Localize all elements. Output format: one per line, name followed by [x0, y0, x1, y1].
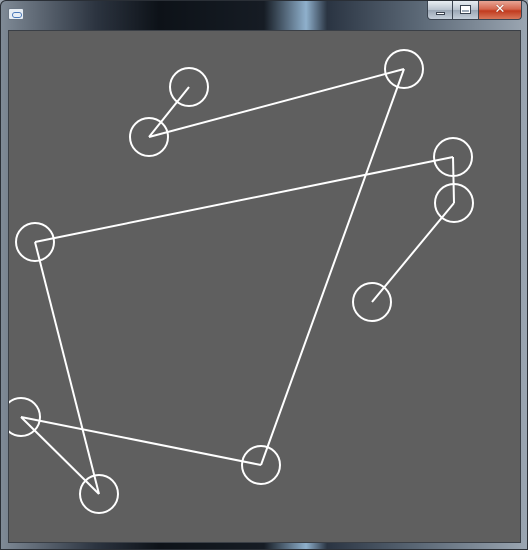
close-icon: ✕: [494, 2, 506, 17]
canvas-svg: [9, 49, 474, 514]
link-line: [34, 241, 100, 495]
link-line: [452, 156, 455, 204]
title-bar[interactable]: ✕: [1, 1, 527, 29]
maximize-button[interactable]: [453, 1, 479, 20]
link-line: [148, 68, 405, 138]
caption-buttons: ✕: [427, 1, 522, 20]
minimize-button[interactable]: [427, 1, 453, 20]
link-line: [20, 416, 100, 495]
app-icon[interactable]: [8, 8, 24, 20]
link-line: [148, 86, 190, 138]
link-line: [34, 156, 454, 243]
link-line: [260, 68, 405, 466]
close-button[interactable]: ✕: [479, 1, 522, 20]
app-window: ✕: [0, 0, 528, 550]
link-line: [20, 416, 262, 466]
drawing-canvas[interactable]: [8, 30, 521, 543]
